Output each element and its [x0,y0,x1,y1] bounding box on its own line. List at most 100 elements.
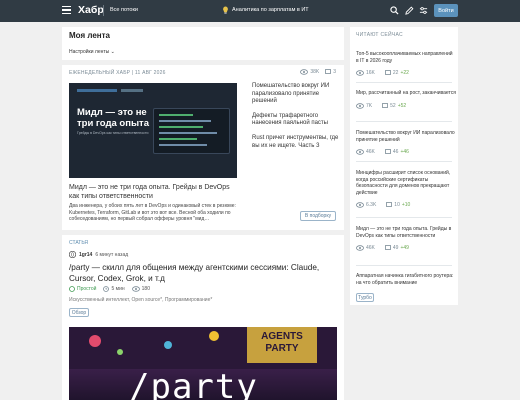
views: 6.3K [356,202,376,208]
sidebar-item-title[interactable]: Аппаратная начинка гигабитного роутера: … [356,273,456,286]
difficulty: Простой [69,286,96,292]
sidebar-item-title[interactable]: Мир, рассчитанный на рост, заканчивается [356,90,456,97]
comment-icon [385,70,391,75]
digest-list: Помешательство вокруг ИИ парализовало пр… [252,83,340,157]
comment-icon [325,69,332,74]
login-button[interactable]: Войти [434,4,458,17]
article-title[interactable]: /party — скилл для общения между агентск… [69,263,341,284]
sidebar-item[interactable]: Минцифры расширит список оснований, когд… [356,170,456,208]
comments-delta: +46 [400,149,409,155]
views-count: 7K [366,102,373,109]
salary-promo-link[interactable]: Аналитика по зарплатам в ИТ [222,6,309,14]
agents-party-banner: AGENTS PARTY [247,327,317,363]
eye-icon [300,69,309,75]
cover-stripe [77,89,117,92]
comments[interactable]: 49 +49 [385,245,409,251]
sidebar-title: ЧИТАЮТ СЕЙЧАС [356,32,403,38]
clock-icon [103,286,110,292]
promo-text: Аналитика по зарплатам в ИТ [232,7,309,13]
views: 7K [356,103,372,109]
eye-icon [356,70,364,76]
sidebar-divider [356,121,452,122]
reading-time-value: 5 мин [111,286,125,292]
sidebar-item-title[interactable]: Топ-5 высокооплачиваемых направлений в I… [356,51,456,64]
views-count: 6.3K [366,202,377,208]
sidebar-item-meta: 46K 46 +46 [356,149,456,155]
author-name[interactable]: 1gr14 [79,252,92,258]
confetti [164,341,172,349]
sidebar-item-title[interactable]: Минцифры расширит список оснований, когд… [356,170,456,196]
review-badge[interactable]: Обзор [69,308,89,317]
sidebar-item-title[interactable]: Помешательство вокруг ИИ парализовало пр… [356,130,456,143]
sidebar-item-meta: 46K 49 +49 [356,245,456,251]
comments-delta: +49 [400,245,409,251]
party-cover-text: /party [129,367,258,400]
feed-settings-link[interactable]: Настройки ленты ⌄ [69,49,115,55]
all-flows-link[interactable]: Все потоки [110,7,138,13]
views: 46K [356,245,375,251]
cover-title: Мидл — это не три года опыта [77,107,149,129]
sidebar-item[interactable]: Помешательство вокруг ИИ парализовало пр… [356,130,456,155]
habr-logo[interactable]: Хабр [78,4,104,16]
comment-icon [382,102,389,108]
sidebar-divider [356,265,452,266]
views-count: 16K [366,70,375,76]
publish-time: 6 минут назад [95,251,129,258]
comments-delta: +22 [400,70,409,76]
comments[interactable]: 46 +46 [385,149,409,155]
article-cover-image[interactable]: AGENTS PARTY /party [69,327,337,400]
feed-settings-label: Настройки ленты [69,49,110,55]
article-views-count: 180 [141,286,150,292]
search-icon[interactable] [390,6,399,15]
comments[interactable]: 10 +10 [386,202,410,208]
turbo-button[interactable]: Турбо [356,293,374,302]
article-hubs[interactable]: Искусственный интеллект, Open source*, П… [69,297,212,303]
article-card: СТАТЬЯ 0 1gr14 6 минут назад /party — ск… [62,235,344,400]
reading-time: 5 мин [103,286,125,292]
avatar[interactable]: 0 [69,251,76,258]
article-author-row: 0 1gr14 6 минут назад [69,251,128,258]
sidebar-item-meta: 7K 52 +52 [356,103,456,109]
settings-icon[interactable] [419,6,428,15]
terminal-graphic [153,108,230,154]
digest-list-item[interactable]: Помешательство вокруг ИИ парализовало пр… [252,83,340,106]
top-navbar: Хабр Все потоки Аналитика по зарплатам в… [0,0,520,22]
digest-list-item[interactable]: Rust причет инструментвы, где вы их не и… [252,135,340,150]
pencil-icon[interactable] [405,6,414,15]
sidebar-item[interactable]: Мир, рассчитанный на рост, заканчивается… [356,90,456,109]
menu-icon[interactable] [62,6,71,14]
sidebar-item[interactable]: Аппаратная начинка гигабитного роутера: … [356,273,456,286]
sidebar-divider [356,161,452,162]
article-views: 180 [131,286,150,292]
sidebar-item-title[interactable]: Мидл — это не три года опыта. Грейды в D… [356,226,456,239]
digest-main-title[interactable]: Мидл — это не три года опыта. Грейды в D… [69,183,239,201]
article-type-tag: СТАТЬЯ [69,240,88,246]
add-to-collection-button[interactable]: В подборку [300,211,336,221]
weekly-digest-card: ЕЖЕНЕДЕЛЬНЫЙ ХАБР | 11 АВГ 2026 38K 3 Ми… [62,65,344,230]
eye-icon [356,102,364,109]
comments[interactable]: 22 +22 [385,70,409,76]
confetti [209,331,219,341]
chevron-down-icon: ⌄ [110,49,115,55]
comments-delta: +52 [397,102,407,109]
cover-stripe [121,89,143,92]
cover-subtitle: Грейды в DevOps как типы ответственности [77,131,149,135]
digest-list-item[interactable]: Дефекты трафаретного нанесения паяльной … [252,113,340,128]
svg-text:0: 0 [71,252,74,258]
comments[interactable]: 52 +52 [382,103,406,109]
sidebar-item[interactable]: Мидл — это не три года опыта. Грейды в D… [356,226,456,251]
sidebar-item[interactable]: Топ-5 высокооплачиваемых направлений в I… [356,51,456,76]
confetti [89,335,101,347]
digest-views: 38K [300,69,319,75]
comment-icon [386,202,393,207]
comments-count: 10 [394,202,400,208]
article-meta: Простой 5 мин 180 [69,286,150,292]
views: 46K [356,149,375,155]
comments-count: 49 [392,245,399,251]
digest-cover-image[interactable]: Мидл — это не три года опыта Грейды в De… [69,83,237,178]
sidebar-divider [356,217,452,218]
views: 16K [356,70,375,76]
digest-comments[interactable]: 3 [325,69,336,75]
eye-icon [356,245,364,251]
comments-count: 52 [390,102,396,109]
